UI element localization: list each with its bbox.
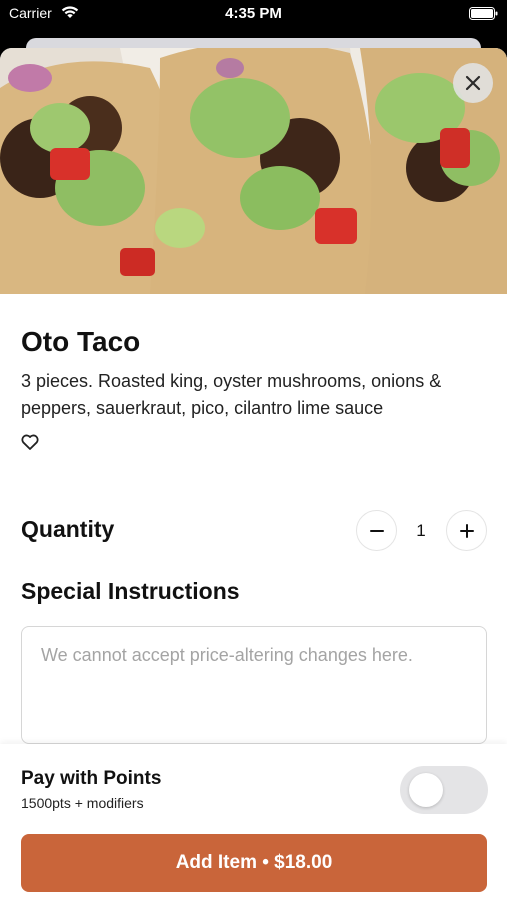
quantity-decrement-button[interactable] bbox=[356, 510, 397, 551]
toggle-knob bbox=[409, 773, 443, 807]
close-button[interactable] bbox=[453, 63, 493, 103]
battery-icon bbox=[469, 7, 498, 20]
close-icon bbox=[465, 75, 481, 91]
quantity-value: 1 bbox=[416, 521, 426, 540]
status-time: 4:35 PM bbox=[225, 5, 282, 22]
minus-icon bbox=[369, 529, 384, 532]
status-bar: Carrier 4:35 PM bbox=[0, 0, 507, 28]
special-instructions-label: Special Instructions bbox=[21, 578, 240, 604]
item-title: Oto Taco bbox=[21, 326, 141, 357]
item-hero-image bbox=[0, 48, 507, 294]
add-item-button[interactable]: Add Item • $18.00 bbox=[21, 834, 487, 892]
quantity-increment-button[interactable] bbox=[446, 510, 487, 551]
plus-icon bbox=[459, 523, 474, 538]
pay-with-points-toggle[interactable] bbox=[400, 766, 488, 814]
heart-icon[interactable] bbox=[20, 432, 40, 452]
checkout-panel: Pay with Points 1500pts + modifiers Add … bbox=[0, 744, 507, 900]
app-screen: Carrier 4:35 PM Oto Taco 3 pieces. Roast… bbox=[0, 0, 507, 900]
pay-with-points-label: Pay with Points bbox=[21, 768, 162, 789]
points-cost-label: 1500pts + modifiers bbox=[21, 795, 144, 811]
item-detail-sheet: Oto Taco 3 pieces. Roasted king, oyster … bbox=[0, 48, 507, 900]
quantity-label: Quantity bbox=[21, 516, 115, 542]
special-instructions-input[interactable] bbox=[21, 626, 487, 744]
item-description: 3 pieces. Roasted king, oyster mushrooms… bbox=[21, 371, 442, 418]
